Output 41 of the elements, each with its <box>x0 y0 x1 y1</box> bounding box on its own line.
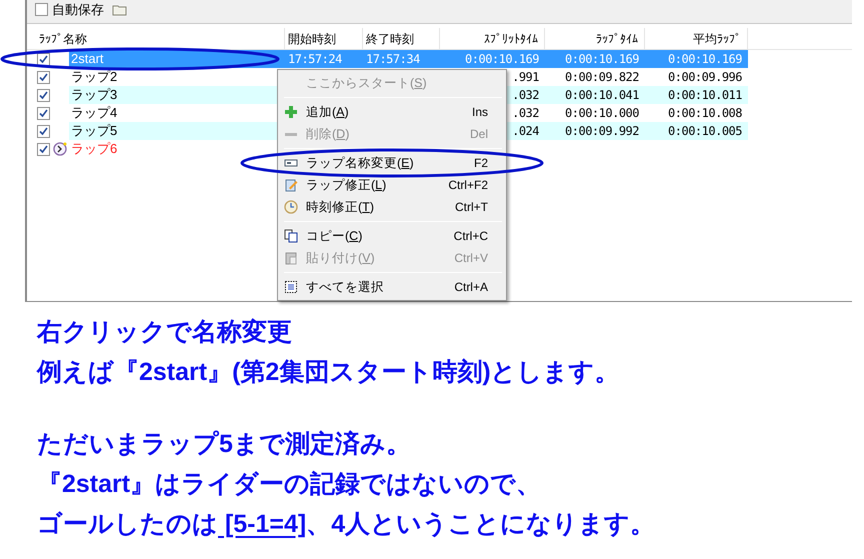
time-cell-text: 0:00:10.041 <box>565 87 639 104</box>
time-cell-text: .032 <box>512 105 539 122</box>
time-cell-text: 0:00:09.992 <box>565 123 639 140</box>
note-text: ただいまラップ5まで測定済み。 <box>37 429 412 460</box>
lap-name: ラップ4 <box>71 104 118 122</box>
menu-item[interactable]: ラップ修正(L) Ctrl+F2 <box>278 174 506 196</box>
menu-item[interactable]: 時刻修正(T) Ctrl+T <box>278 196 506 218</box>
note-text: 例えば『2start』(第2集団スタート時刻)とします。 <box>37 357 621 388</box>
lap-name: ラップ6 <box>71 140 118 158</box>
lap-name: ラップ3 <box>71 86 118 104</box>
column-header[interactable]: ｽﾌﾟﾘｯﾄﾀｲﾑ <box>440 28 545 49</box>
column-header[interactable]: 開始時刻 <box>285 28 363 49</box>
note-text: 右クリックで名称変更 <box>37 317 293 348</box>
time-cell-text: .991 <box>512 69 539 86</box>
time-cell-text: 0:00:10.008 <box>668 105 742 122</box>
lap-name: 2start <box>71 50 104 68</box>
time-cell-text: 0:00:09.822 <box>565 69 639 86</box>
time-cell-text: .032 <box>512 87 539 104</box>
column-header[interactable]: ﾗｯﾌﾟ名称 <box>27 28 285 49</box>
time-cell-text: 0:00:10.011 <box>668 87 742 104</box>
time-cell-text: 0:00:10.169 <box>465 51 539 68</box>
column-header[interactable]: 終了時刻 <box>363 28 440 49</box>
time-cell-text: 17:57:24 <box>288 51 342 68</box>
time-cell-text: 0:00:09.996 <box>668 69 742 86</box>
time-cell-text: 0:00:10.169 <box>668 51 742 68</box>
time-cell-text: 0:00:10.005 <box>668 123 742 140</box>
time-cell-text: 0:00:10.169 <box>565 51 639 68</box>
time-cell-text: 17:57:34 <box>366 51 420 68</box>
time-cell-text: 0:00:10.000 <box>565 105 639 122</box>
autosave-label: 自動保存 <box>52 0 104 19</box>
column-header[interactable]: 平均ﾗｯﾌﾟ <box>645 28 748 49</box>
lap-name: ラップ5 <box>71 122 118 140</box>
lap-name: ラップ2 <box>71 68 118 86</box>
menu-item[interactable]: 追加(A) Ins <box>278 101 506 123</box>
time-cell-text: .024 <box>512 123 539 140</box>
column-header[interactable]: ﾗｯﾌﾟﾀｲﾑ <box>545 28 645 49</box>
menu-item[interactable]: コピー(C) Ctrl+C <box>278 225 506 247</box>
note-text: ゴールしたのは [5-1=4]、4人ということになります。 <box>37 509 656 540</box>
menu-item[interactable]: ラップ名称変更(E) F2 <box>278 152 506 174</box>
menu-item[interactable]: すべてを選択 Ctrl+A <box>278 276 506 298</box>
note-text: 『2start』はライダーの記録ではないので、 <box>37 469 542 500</box>
